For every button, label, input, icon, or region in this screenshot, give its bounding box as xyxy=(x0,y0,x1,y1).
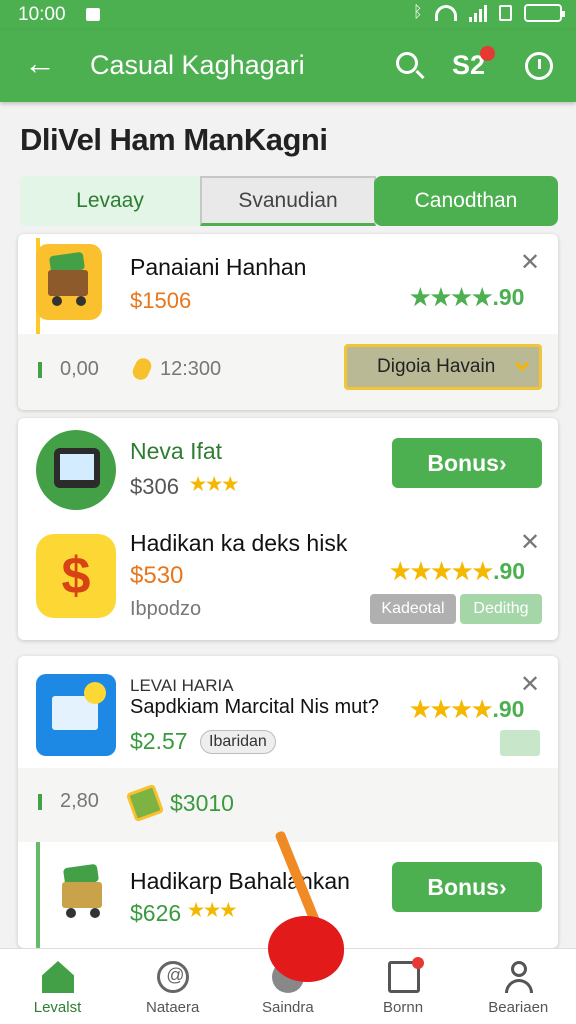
meta-coins: 12:300 xyxy=(160,358,222,380)
page-title: DliVel Ham ManKagni xyxy=(20,122,328,157)
notification-icon xyxy=(86,8,100,21)
item-tag: Ibaridan xyxy=(200,730,276,754)
item-title: Hadikarp Bahalankan xyxy=(130,868,350,894)
item-title: Panaiani Hanhan xyxy=(130,254,307,280)
nav-label: Nataera xyxy=(146,999,200,1016)
card-footer: 2,80 $3010 xyxy=(18,768,558,842)
item-category: LEVAI HARIA xyxy=(130,676,234,695)
tablet-icon xyxy=(36,430,116,510)
bottom-navigation: Levalst Nataera Saindra Bornn Beariaen xyxy=(0,948,576,1024)
app-bar: ← Casual Kaghagari S2 xyxy=(0,30,576,102)
option-dropdown[interactable]: Digoia Havain xyxy=(344,344,542,390)
close-icon[interactable]: ✕ xyxy=(520,528,540,557)
at-icon xyxy=(157,961,190,993)
nav-item-nataera[interactable]: Nataera xyxy=(115,949,230,1024)
bonus-button[interactable]: Bonus› xyxy=(392,438,542,488)
notification-dot xyxy=(480,46,495,61)
meta-time: 2,80 xyxy=(60,790,99,812)
nav-label: Bornn xyxy=(383,999,424,1016)
status-chip xyxy=(500,730,540,756)
rating-stars: ★★★★ xyxy=(410,696,493,722)
item-subtext: Ibpodzo xyxy=(130,598,202,620)
nav-label: Levalst xyxy=(33,999,82,1016)
nav-item-saindra[interactable]: Saindra xyxy=(230,949,345,1024)
item-title: Sapdkiam Marcital Nis mut? xyxy=(130,696,379,718)
star-rating: ★★★ xyxy=(188,900,237,920)
search-icon[interactable] xyxy=(396,52,418,74)
gear-icon xyxy=(272,961,305,993)
notification-dot xyxy=(411,957,424,969)
rating-value: .90 xyxy=(492,696,525,722)
nav-label: Saindra xyxy=(262,999,314,1016)
item-price: $626 xyxy=(130,900,182,926)
meta-time: 0,00 xyxy=(60,358,99,380)
tab-canodthan[interactable]: Canodthan xyxy=(374,176,558,226)
item-price: $530 xyxy=(130,562,184,589)
status-bar: 10:00 ᛒ xyxy=(0,0,576,30)
chevron-down-icon xyxy=(514,356,530,372)
nav-item-bornn[interactable]: Bornn xyxy=(346,949,461,1024)
tab-bar: Levaay Svanudian Canodthan xyxy=(20,176,558,228)
tab-svanudian[interactable]: Svanudian xyxy=(200,176,376,226)
item-price: $306 xyxy=(130,474,179,499)
item-title: Hadikan ka deks hisk xyxy=(130,530,348,556)
rating: ★★★★.90 xyxy=(410,696,524,723)
cart-icon xyxy=(50,856,116,928)
sim-icon xyxy=(499,5,512,21)
status-icons: ᛒ xyxy=(413,4,565,22)
item-price: $1506 xyxy=(130,288,192,313)
close-icon[interactable]: ✕ xyxy=(520,248,540,277)
nav-label: Beariaen xyxy=(488,999,549,1016)
dropdown-label: Digoia Havain xyxy=(377,356,496,377)
meta-value: $3010 xyxy=(170,790,234,816)
rating: ★★★★.90 xyxy=(410,284,525,310)
status-tick xyxy=(38,362,42,378)
clock-icon[interactable] xyxy=(525,52,553,80)
rating-stars: ★★★★★ xyxy=(390,558,494,584)
tab-levaay[interactable]: Levaay xyxy=(20,176,200,226)
category-pill[interactable]: Dedithg xyxy=(460,594,542,624)
ticket-icon xyxy=(125,783,165,823)
battery-icon xyxy=(524,4,565,22)
status-tick xyxy=(38,794,42,810)
card-accent xyxy=(36,842,40,948)
cart-icon xyxy=(36,244,102,320)
status-time: 10:00 xyxy=(18,4,66,25)
deal-card[interactable]: LEVAI HARIA Sapdkiam Marcital Nis mut? ✕… xyxy=(18,656,558,948)
bluetooth-icon: ᛒ xyxy=(413,4,423,21)
nav-item-levalst[interactable]: Levalst xyxy=(0,949,115,1024)
bonus-button[interactable]: Bonus› xyxy=(392,862,542,912)
home-icon xyxy=(42,961,74,993)
wifi-icon xyxy=(435,5,457,21)
nav-item-beariaen[interactable]: Beariaen xyxy=(461,949,576,1024)
deal-card[interactable]: Neva Ifat $306 ★★★ Bonus› $ Hadikan ka d… xyxy=(18,418,558,640)
coin-icon xyxy=(130,355,154,383)
category-pill[interactable]: Kadeotal xyxy=(370,594,456,624)
rating: ★★★★★.90 xyxy=(390,558,525,585)
item-title: Neva Ifat xyxy=(130,438,223,464)
deal-card[interactable]: Panaiani Hanhan $1506 ✕ ★★★★.90 0,00 12:… xyxy=(18,234,558,410)
app-title: Casual Kaghagari xyxy=(90,50,305,80)
rating-value: .90 xyxy=(493,558,526,584)
dollar-icon: $ xyxy=(36,534,116,618)
star-rating: ★★★ xyxy=(190,474,239,494)
close-icon[interactable]: ✕ xyxy=(520,670,540,699)
signal-icon xyxy=(469,4,487,22)
person-icon xyxy=(503,961,535,993)
back-arrow-icon[interactable]: ← xyxy=(24,47,56,80)
item-price: $2.57 xyxy=(130,728,188,754)
app-icon xyxy=(36,674,116,756)
